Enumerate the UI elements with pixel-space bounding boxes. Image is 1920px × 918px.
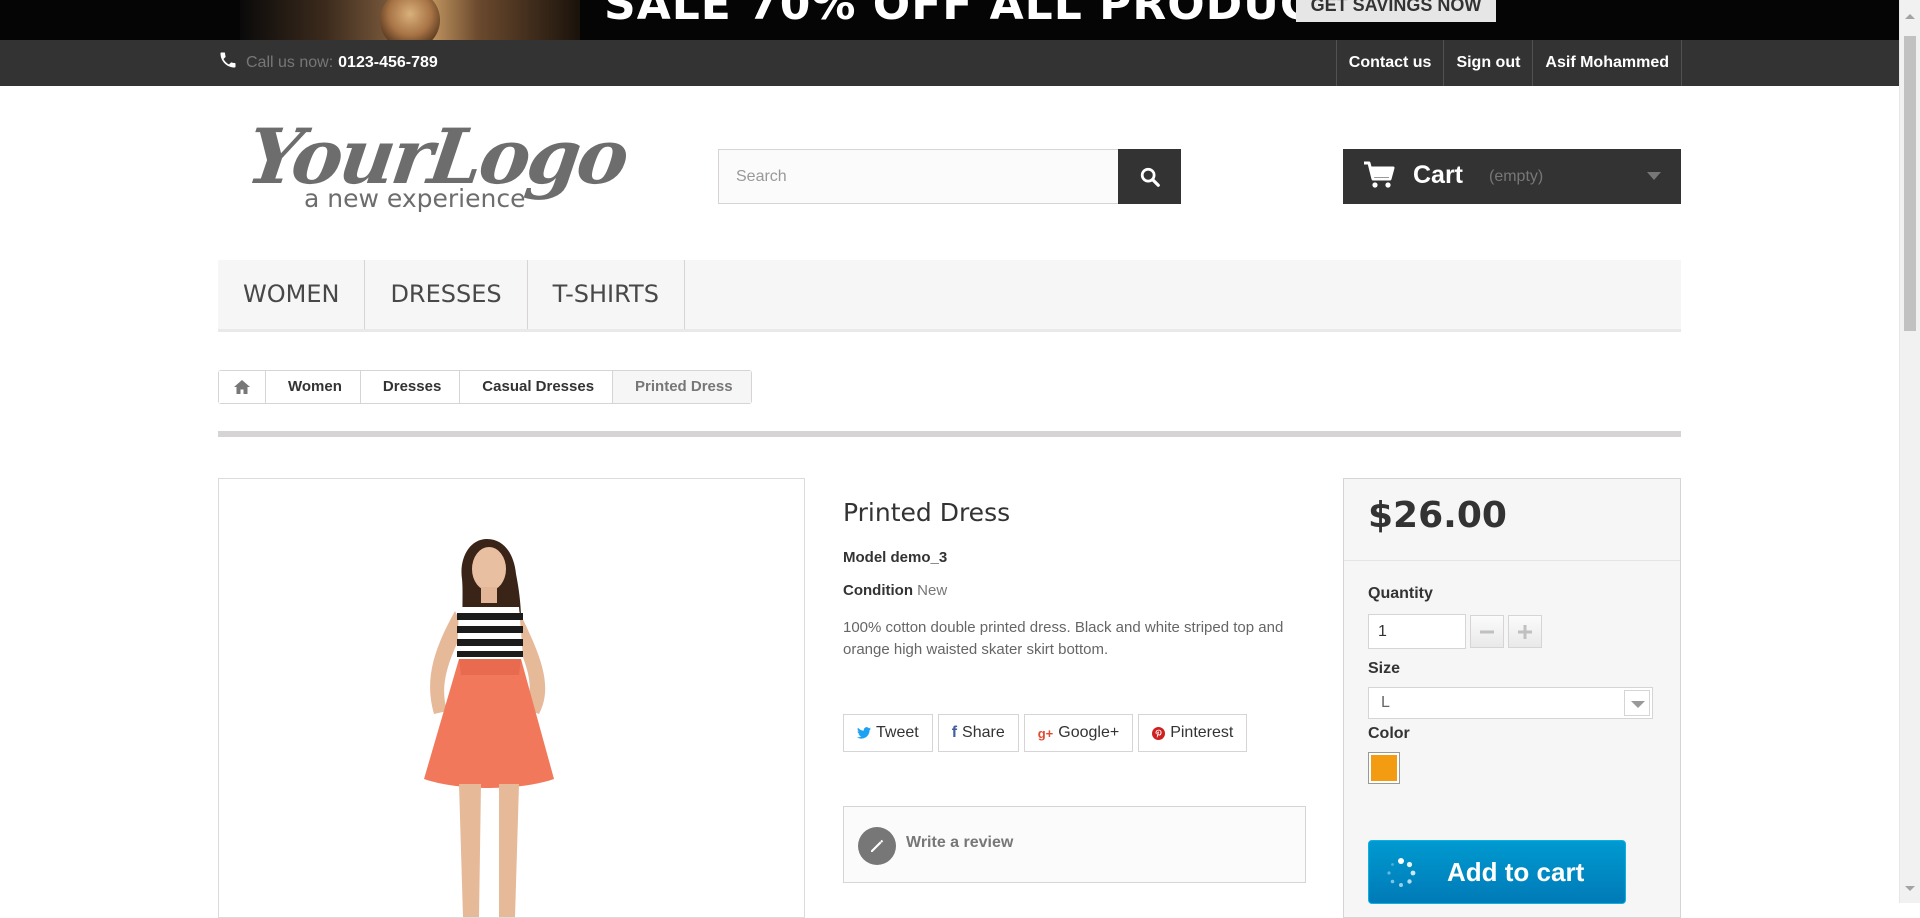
search-box <box>718 149 1181 204</box>
breadcrumb: Women Dresses Casual Dresses Printed Dre… <box>218 370 752 404</box>
facebook-share-button[interactable]: f Share <box>937 714 1019 752</box>
chevron-down-icon <box>1624 690 1650 716</box>
contact-us-link[interactable]: Contact us <box>1335 40 1444 86</box>
page-scrollbar[interactable] <box>1899 0 1920 903</box>
cart-label: Cart <box>1413 161 1464 189</box>
phone-number: 0123-456-789 <box>338 54 438 71</box>
buy-box: $26.00 Quantity 1 Size L Color Add to ca… <box>1343 478 1681 918</box>
size-value: L <box>1381 694 1390 711</box>
breadcrumb-current: Printed Dress <box>613 371 751 403</box>
call-label: Call us now: <box>246 54 334 71</box>
google-plus-icon: g+ <box>1037 725 1054 741</box>
breadcrumb-women[interactable]: Women <box>266 371 361 403</box>
pinterest-icon <box>1152 726 1166 740</box>
search-button[interactable] <box>1118 149 1181 204</box>
banner-text: SALE 70% OFF ALL PRODUCTS <box>604 0 1377 30</box>
condition-value: New <box>917 582 948 599</box>
scroll-up-icon[interactable] <box>1905 14 1915 19</box>
home-icon <box>234 380 250 394</box>
breadcrumb-dresses[interactable]: Dresses <box>360 371 461 403</box>
top-navbar: Call us now: 0123-456-789 Contact us Sig… <box>0 40 1899 86</box>
breadcrumb-home[interactable] <box>219 371 266 403</box>
share-label: Share <box>962 724 1005 741</box>
size-select[interactable]: L <box>1368 687 1653 719</box>
color-label: Color <box>1368 725 1410 742</box>
write-review-label: Write a review <box>906 834 1014 851</box>
quantity-input[interactable]: 1 <box>1368 614 1466 649</box>
user-links: Contact us Sign out Asif Mohammed <box>1335 40 1682 86</box>
cart-state: (empty) <box>1489 168 1544 185</box>
color-swatch-orange[interactable] <box>1368 752 1400 784</box>
scrollbar-thumb[interactable] <box>1904 36 1916 331</box>
quantity-label: Quantity <box>1368 585 1433 602</box>
product-model: Model demo_3 <box>843 549 1308 566</box>
breadcrumb-casual-dresses[interactable]: Casual Dresses <box>460 371 614 403</box>
plus-icon <box>1518 624 1532 639</box>
tweet-button[interactable]: Tweet <box>843 714 933 752</box>
cart-icon <box>1364 161 1395 188</box>
model-value: demo_3 <box>890 549 948 566</box>
product-condition: Condition New <box>843 582 1308 599</box>
account-link[interactable]: Asif Mohammed <box>1532 40 1682 86</box>
quantity-decrease-button[interactable] <box>1470 615 1504 648</box>
logo-tagline: a new experience <box>304 184 526 213</box>
product-info: Printed Dress Model demo_3 Condition New… <box>843 498 1308 661</box>
main-menu: WOMEN DRESSES T-SHIRTS <box>218 260 1681 332</box>
product-price: $26.00 <box>1368 495 1507 536</box>
search-input[interactable] <box>719 150 1115 203</box>
pinterest-label: Pinterest <box>1170 724 1234 741</box>
menu-item-dresses[interactable]: DRESSES <box>365 260 528 329</box>
minus-icon <box>1480 630 1494 633</box>
model-label: Model <box>843 549 887 566</box>
site-logo[interactable]: YourLogo a new experience <box>242 112 632 222</box>
size-label: Size <box>1368 660 1401 677</box>
banner-button[interactable]: GET SAVINGS NOW <box>1296 0 1496 22</box>
cart-button[interactable]: Cart (empty) <box>1343 149 1681 204</box>
promo-banner[interactable]: SALE 70% OFF ALL PRODUCTS GET SAVINGS NO… <box>0 0 1899 40</box>
product-image[interactable] <box>218 478 805 918</box>
menu-item-women[interactable]: WOMEN <box>218 260 366 329</box>
divider <box>218 431 1681 437</box>
cart-caret-icon <box>1647 172 1661 180</box>
product-title: Printed Dress <box>843 498 1011 527</box>
facebook-icon: f <box>951 724 958 741</box>
twitter-icon <box>857 727 871 739</box>
tweet-label: Tweet <box>876 724 919 741</box>
add-to-cart-label: Add to cart <box>1447 857 1585 887</box>
sign-out-link[interactable]: Sign out <box>1443 40 1532 86</box>
quantity-increase-button[interactable] <box>1508 615 1542 648</box>
google-plus-button[interactable]: g+ Google+ <box>1023 714 1134 752</box>
google-plus-label: Google+ <box>1058 724 1120 741</box>
scroll-down-icon[interactable] <box>1905 886 1915 891</box>
loading-spinner-icon <box>1387 858 1416 887</box>
write-review[interactable]: Write a review <box>843 806 1306 883</box>
social-share: Tweet f Share g+ Google+ Pinterest <box>843 714 1248 752</box>
add-to-cart-button[interactable]: Add to cart <box>1368 840 1626 904</box>
menu-item-tshirts[interactable]: T-SHIRTS <box>528 260 685 329</box>
pencil-icon <box>858 827 896 865</box>
phone-icon <box>220 52 236 68</box>
search-icon <box>1140 167 1160 187</box>
pinterest-button[interactable]: Pinterest <box>1138 714 1248 752</box>
dress-photo <box>219 479 804 917</box>
condition-label: Condition <box>843 582 913 599</box>
banner-photo <box>240 0 580 40</box>
product-description: 100% cotton double printed dress. Black … <box>843 619 1284 658</box>
call-us: Call us now: 0123-456-789 <box>218 52 438 72</box>
